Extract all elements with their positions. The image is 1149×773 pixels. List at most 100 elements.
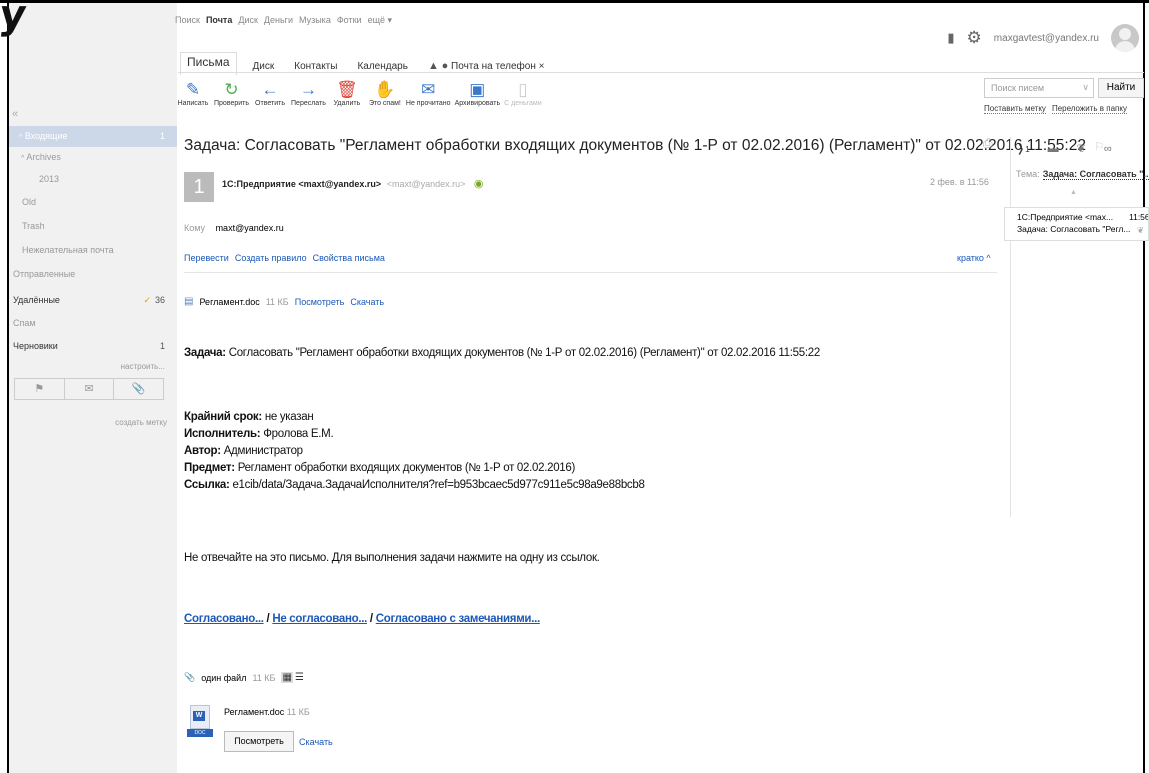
view-toggle: ▦ ☰ [281,672,304,683]
service-photos[interactable]: Фотки [337,15,362,26]
list-view-icon[interactable]: ☰ [295,672,304,683]
thread-message-card[interactable]: 1С:Предприятие <max... Задача: Согласова… [1004,207,1149,241]
folder-old[interactable]: Old [9,192,177,213]
task-label: Задача: [184,347,226,359]
envelope-icon[interactable]: ✉ [65,379,115,399]
apps-icon[interactable]: ▮ [947,30,954,46]
grid-view-icon[interactable]: ▦ [281,672,293,683]
flag-icon[interactable]: ⚑ [15,379,65,399]
subject-value: Регламент обработки входящих документов … [234,462,576,474]
write-button[interactable]: ✎ Написать [176,80,210,107]
service-more[interactable]: ещё ▾ [368,15,392,26]
configure-link[interactable]: настроить... [9,362,177,371]
spam-button[interactable]: ✋ Это спам! [368,80,402,107]
recipient-address[interactable]: maxt@yandex.ru [216,223,284,233]
delete-button[interactable]: 🗑 Удалить [330,80,364,107]
folder-sent[interactable]: Отправленные [9,264,177,285]
folder-drafts[interactable]: Черновики 1 [9,336,177,357]
search-button[interactable]: Найти [1098,78,1144,98]
service-search[interactable]: Поиск [175,15,200,26]
view-button[interactable]: Посмотреть [224,731,294,752]
recipient-row: Кому maxt@yandex.ru [184,223,284,233]
search-links: Поставить метку Переложить в папку [984,104,1127,114]
service-disk[interactable]: Диск [238,15,258,26]
gear-icon[interactable]: ⚙ [967,28,982,48]
link-icon[interactable]: ∞ [1104,143,1112,155]
check-button[interactable]: ↻ Проверить [214,80,249,107]
to-label: Кому [184,223,206,233]
deadline-value: не указан [261,411,314,423]
folder-trash[interactable]: Trash [9,216,177,237]
not-approved-link[interactable]: Не согласовано... [272,613,367,625]
create-rule-link[interactable]: Создать правило [235,253,307,263]
folder-label: Trash [22,221,45,231]
attachment-card-name[interactable]: Регламент.doc 11 КБ [224,707,310,717]
folder-archives[interactable]: ^ Archives [9,147,177,168]
thread-count: 1 [1025,145,1030,154]
create-label-link[interactable]: создать метку [9,418,177,427]
folder-spam[interactable]: Спам [9,313,177,334]
files-summary: 📎 один файл 11 КБ ▦ ☰ [184,672,304,683]
paperclip-icon[interactable]: 📎 [114,379,163,399]
card-file-name: Регламент.doc [224,707,285,717]
author-row: Автор: Администратор [184,443,645,460]
reply-button[interactable]: ← Ответить [253,80,287,107]
trash-icon: 🗑 [336,80,358,99]
archive-button[interactable]: ▣ Архивировать [455,80,501,107]
assignee-row: Исполнитель: Фролова Е.М. [184,426,645,443]
archive-icon: ▣ [469,80,486,99]
download-link[interactable]: Скачать [299,737,333,747]
collapse-sidebar-icon[interactable]: « [12,108,18,120]
unread-button[interactable]: ✉ Не прочитано [406,80,451,107]
attachment-name[interactable]: Регламент.doc [199,297,259,307]
money-button[interactable]: ▯ С деньгами [504,80,542,107]
subject-row: Предмет: Регламент обработки входящих до… [184,460,645,477]
thread-icon[interactable]: ❭1 [1016,142,1030,155]
user-email[interactable]: maxgavtest@yandex.ru [994,33,1099,44]
move-folder-link[interactable]: Переложить в папку [1051,104,1127,114]
unread-label: Не прочитано [405,100,451,107]
envelope-icon: ✉ [421,80,436,99]
assignee-value: Фролова Е.М. [260,428,334,440]
android-icon: ▲ [427,60,439,72]
put-label-link[interactable]: Поставить метку [984,104,1046,114]
chevron-up-icon[interactable]: ▲ [1070,189,1077,196]
avatar[interactable] [1111,24,1139,52]
folder-deleted[interactable]: Удалённые ✓ 36 [9,290,177,311]
refresh-icon: ↻ [224,80,239,99]
assignee-label: Исполнитель: [184,428,261,440]
folder-label: 2013 [39,174,60,184]
folder-2013[interactable]: 2013 [9,169,177,190]
print-icon[interactable]: ⎙ [983,136,993,151]
no-reply-notice: Не отвечайте на это письмо. Для выполнен… [184,552,600,564]
folder-junk[interactable]: Нежелательная почта [9,240,177,261]
folder-label: Спам [13,318,36,328]
approved-link[interactable]: Согласовано... [184,613,264,625]
header-divider [184,272,997,273]
author-label: Автор: [184,445,221,457]
reply-label: Ответить [255,100,285,107]
spam-label: Это спам! [368,100,401,107]
view-link[interactable]: Посмотреть [295,297,345,307]
folder-inbox[interactable]: ^ Входящие 1 [9,126,177,147]
delete-label: Удалить [333,100,361,107]
service-music[interactable]: Музыка [299,15,331,26]
collapse-header-link[interactable]: кратко ^ [957,253,991,263]
translate-link[interactable]: Перевести [184,253,229,263]
service-mail[interactable]: Почта [206,15,232,26]
theme-value[interactable]: Задача: Согласовать "... [1042,169,1149,180]
download-link[interactable]: Скачать [350,297,384,307]
word-document-icon[interactable]: W DOC [187,705,213,737]
message-properties-link[interactable]: Свойства письма [313,253,385,263]
money-icon: ▯ [518,80,528,99]
card-icon[interactable]: ▬ [1048,143,1059,155]
sender-name[interactable]: 1С:Предприятие <maxt@yandex.ru> [222,179,381,189]
attachment-icon[interactable]: ❦ [1077,142,1086,155]
forward-button[interactable]: → Переслать [291,80,326,107]
approved-with-remarks-link[interactable]: Согласовано с замечаниями... [376,613,540,625]
service-money[interactable]: Деньги [264,15,293,26]
chevron-down-icon[interactable]: ∨ [1082,82,1089,93]
search-input[interactable]: Поиск писем ∨ [984,78,1094,98]
thread-theme: Тема: Задача: Согласовать "... [1016,169,1149,180]
user-bar: ▮ ⚙ maxgavtest@yandex.ru [947,24,1139,52]
